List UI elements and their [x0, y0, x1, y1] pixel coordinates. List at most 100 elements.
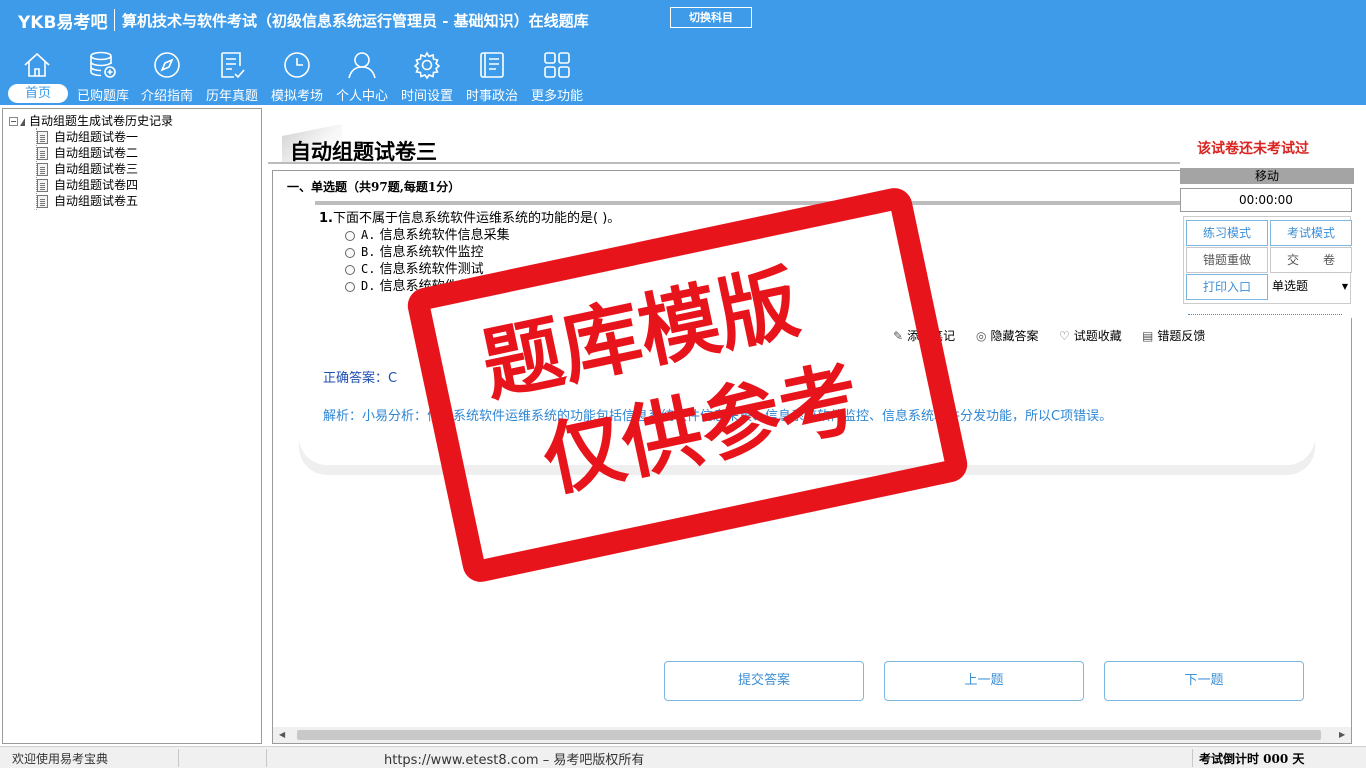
header-bar: YKB易考吧 算机技术与软件考试（初级信息系统运行管理员 - 基础知识）在线题库… [0, 0, 1366, 105]
gear-icon [413, 51, 441, 80]
question-number: 1. [319, 211, 333, 226]
tool-label: 错题反馈 [1157, 329, 1206, 343]
home-icon [24, 52, 50, 77]
tree-item-selected[interactable]: 自动组题试卷三 [37, 160, 138, 177]
favorite-button[interactable]: ♡ 试题收藏 [1059, 327, 1122, 344]
move-handle[interactable]: 移动 [1180, 168, 1354, 184]
hand-in-button[interactable]: 交 卷 [1270, 247, 1352, 273]
clock-icon [284, 52, 310, 78]
horizontal-scrollbar[interactable]: ◀ ▶ [273, 727, 1351, 743]
tree-root-label: 自动组题生成试卷历史记录 [29, 114, 174, 128]
nav-label: 介绍指南 [140, 89, 193, 104]
option-key: C. [361, 262, 376, 276]
timer-display: 00:00:00 [1180, 188, 1352, 212]
history-tree-panel: − 自动组题生成试卷历史记录 自动组题试卷一 自动组题试卷二 自动组题试卷三 自动… [2, 108, 262, 744]
option-key: A. [361, 228, 376, 242]
tree-root[interactable]: − 自动组题生成试卷历史记录 [9, 112, 173, 129]
tree-item-label: 自动组题试卷三 [54, 162, 139, 176]
scroll-left-icon[interactable]: ◀ [279, 730, 285, 739]
app-title: 算机技术与软件考试（初级信息系统运行管理员 - 基础知识）在线题库 [122, 12, 589, 30]
tree-item[interactable]: 自动组题试卷五 [37, 192, 138, 209]
folder-triangle-icon [20, 117, 25, 126]
exam-countdown: 考试倒计时 000 天 [1199, 752, 1305, 766]
status-bar: 欢迎使用易考宝典 https://www.etest8.com – 易考吧版权所… [0, 746, 1366, 768]
radio-button[interactable] [345, 247, 355, 258]
section-title: 一、单选题（共97题,每题1分） [287, 180, 461, 194]
feedback-icon: ▤ [1142, 329, 1154, 343]
tool-label: 试题收藏 [1073, 329, 1122, 343]
exam-control-panel: 移动 00:00:00 练习模式 考试模式 错题重做 交 卷 打印入口 单选题 ▼ [1180, 168, 1354, 318]
practice-mode-button[interactable]: 练习模式 [1186, 220, 1268, 246]
brand-logo: YKB易考吧 [18, 13, 108, 33]
feedback-button[interactable]: ▤ 错题反馈 [1142, 327, 1205, 344]
title-divider [268, 162, 1180, 164]
tree-item-label: 自动组题试卷五 [54, 194, 139, 208]
answer-analysis: 解析：小易分析：信息系统软件运维系统的功能包括信息系统软件信息采集、信息系统软件… [323, 409, 1113, 424]
document-icon [37, 195, 48, 208]
tree-item-label: 自动组题试卷一 [54, 130, 139, 144]
nav-more[interactable]: 更多功能 [526, 47, 588, 105]
tool-label: 添加笔记 [907, 329, 956, 343]
question-type-select[interactable]: 单选题 ▼ [1270, 274, 1352, 300]
nav-label: 更多功能 [530, 89, 583, 104]
radio-button[interactable] [345, 281, 355, 292]
nav-personal[interactable]: 个人中心 [331, 47, 393, 105]
scrollbar-thumb[interactable] [297, 730, 1321, 740]
redo-wrong-button[interactable]: 错题重做 [1186, 247, 1268, 273]
collapse-icon[interactable]: − [9, 117, 18, 126]
print-button[interactable]: 打印入口 [1186, 274, 1268, 300]
nav-politics[interactable]: 时事政治 [461, 47, 523, 105]
nav-guide[interactable]: 介绍指南 [136, 47, 198, 105]
tree-item-label: 自动组题试卷二 [54, 146, 139, 160]
welcome-text: 欢迎使用易考宝典 [12, 752, 109, 766]
eye-icon: ◎ [976, 329, 987, 343]
chevron-down-icon: ▼ [1341, 282, 1348, 291]
add-note-button[interactable]: ✎ 添加笔记 [893, 327, 955, 344]
nav-past-exams[interactable]: 历年真题 [201, 47, 263, 105]
option-d[interactable]: D. 信息系统软件分发功能 [345, 275, 510, 294]
previous-question-button[interactable]: 上一题 [884, 661, 1084, 701]
tree-item-label: 自动组题试卷四 [54, 178, 139, 192]
option-key: B. [361, 245, 376, 259]
exam-status: 该试卷还未考试过 [1197, 141, 1309, 157]
next-question-button[interactable]: 下一题 [1104, 661, 1304, 701]
control-grid: 练习模式 考试模式 错题重做 交 卷 打印入口 单选题 ▼ [1183, 216, 1352, 304]
heart-icon: ♡ [1059, 329, 1070, 343]
compass-icon [154, 52, 180, 78]
nav-purchased[interactable]: 已购题库 [72, 47, 134, 105]
tree-item[interactable]: 自动组题试卷一 [37, 128, 138, 145]
document-icon [37, 179, 48, 192]
brand-divider [114, 9, 115, 31]
paper-title-area: 自动组题试卷三 [270, 124, 1180, 164]
submit-answer-button[interactable]: 提交答案 [664, 661, 864, 701]
radio-button[interactable] [345, 230, 355, 241]
nav-label: 个人中心 [335, 89, 388, 104]
nav-home[interactable]: 首页 [6, 47, 68, 105]
option-text: 信息系统软件分发功能 [379, 279, 510, 294]
nav-label: 模拟考场 [270, 89, 323, 104]
switch-subject-button[interactable]: 切换科目 [670, 7, 752, 28]
nav-label: 时事政治 [465, 89, 518, 104]
scroll-right-icon[interactable]: ▶ [1339, 730, 1345, 739]
tool-label: 隐藏答案 [990, 329, 1039, 343]
pencil-icon: ✎ [893, 329, 904, 343]
hide-answer-button[interactable]: ◎ 隐藏答案 [976, 327, 1039, 344]
question-top-bar [315, 201, 1181, 205]
document-icon [37, 131, 48, 144]
grid-icon [544, 52, 570, 78]
document-lock-icon [37, 163, 48, 176]
nav-label: 首页 [8, 84, 68, 103]
nav-time-settings[interactable]: 时间设置 [396, 47, 458, 105]
document-icon [37, 147, 48, 160]
panel-bottom-line [1188, 314, 1342, 315]
nav-mock-exam[interactable]: 模拟考场 [266, 47, 328, 105]
tree-item[interactable]: 自动组题试卷四 [37, 176, 138, 193]
database-icon [90, 51, 116, 78]
nav-label: 历年真题 [205, 89, 258, 104]
tree-item[interactable]: 自动组题试卷二 [37, 144, 138, 161]
radio-button[interactable] [345, 264, 355, 275]
correct-answer: 正确答案：C [323, 371, 398, 386]
status-divider [266, 749, 267, 767]
nav-label: 时间设置 [400, 89, 453, 104]
exam-mode-button[interactable]: 考试模式 [1270, 220, 1352, 246]
